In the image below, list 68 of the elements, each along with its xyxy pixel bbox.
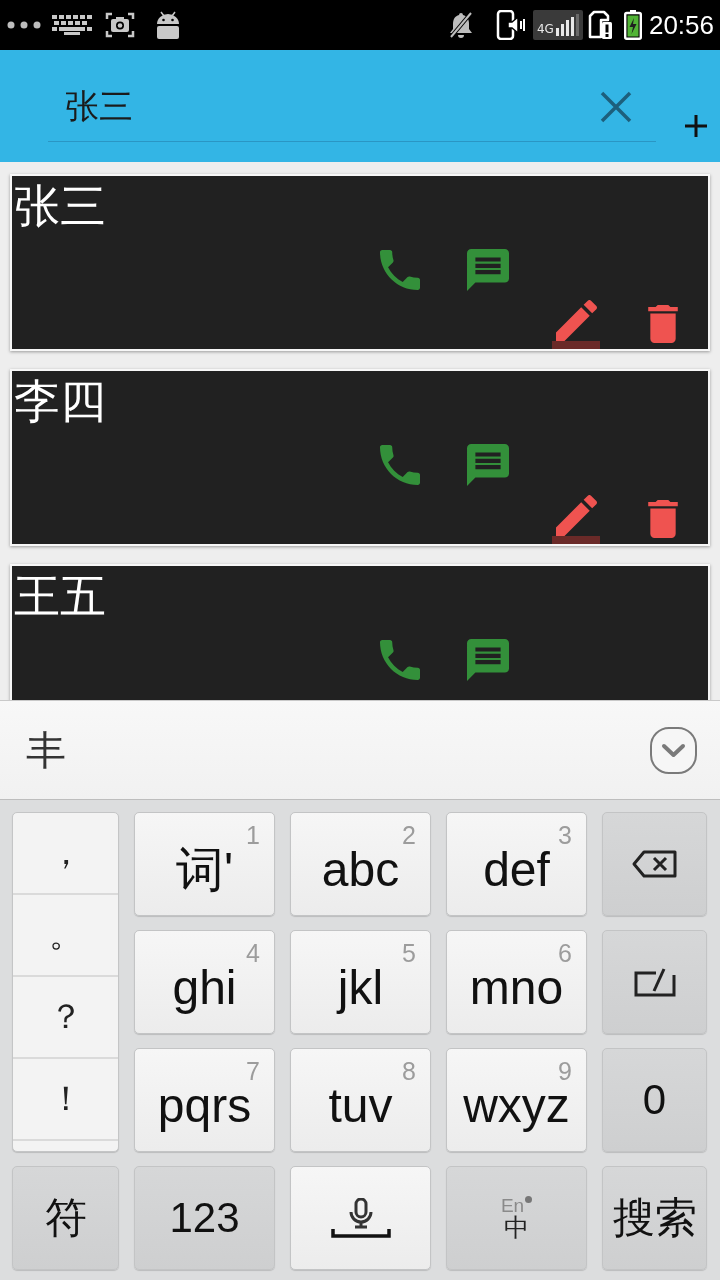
keyboard-key[interactable]: 符 [12, 1166, 119, 1270]
rewrite-icon [633, 967, 676, 997]
trash-icon[interactable] [648, 305, 678, 343]
keyboard-key[interactable]: 6 mno [446, 930, 587, 1034]
language-hint: En [500, 1195, 525, 1215]
camera-icon [105, 11, 135, 39]
keyboard-key[interactable]: 1 词' [134, 812, 275, 916]
pencil-icon [555, 495, 597, 536]
keyboard-key[interactable]: 5 jkl [290, 930, 431, 1034]
contact-card[interactable]: 张三 [10, 174, 710, 351]
punctuation-key[interactable]: ！ [13, 1059, 118, 1141]
language-key[interactable]: En 中 [446, 1166, 587, 1270]
keyboard-key[interactable]: 4 ghi [134, 930, 275, 1034]
punctuation-key[interactable]: 。 [13, 895, 118, 977]
keyboard-key[interactable]: 2 abc [290, 812, 431, 916]
reinput-key[interactable] [602, 930, 707, 1034]
close-icon[interactable] [600, 90, 632, 123]
punctuation-key[interactable]: ， [13, 813, 118, 895]
key-digit-hint: 4 [246, 940, 260, 966]
microphone-space-icon [330, 1198, 391, 1238]
key-digit-hint: 7 [246, 1058, 260, 1084]
signal-bars-icon [555, 14, 580, 36]
backspace-icon [631, 850, 678, 878]
space-key[interactable] [290, 1166, 431, 1270]
keyboard-key[interactable]: 123 [134, 1166, 275, 1270]
edit-button[interactable] [552, 300, 600, 349]
phone-icon[interactable] [380, 250, 420, 290]
phone-icon[interactable] [380, 445, 420, 485]
pencil-icon [555, 300, 597, 341]
key-digit-hint: 9 [558, 1058, 572, 1084]
keyboard-key[interactable]: 8 tuv [290, 1048, 431, 1152]
key-digit-hint: 3 [558, 822, 572, 848]
key-digit-hint: 2 [402, 822, 416, 848]
signal-indicator: 4G [532, 10, 583, 40]
bell-off-icon [447, 11, 474, 39]
sim-alert-icon [587, 10, 612, 40]
message-icon[interactable] [467, 444, 509, 486]
android-icon [155, 11, 181, 39]
key-digit-hint: 6 [558, 940, 572, 966]
keyboard-key[interactable]: 9 wxyz [446, 1048, 587, 1152]
edit-button[interactable] [552, 495, 600, 544]
contact-name: 李四 [13, 373, 107, 430]
add-icon[interactable] [685, 115, 707, 137]
key-digit-hint: 5 [402, 940, 416, 966]
keyboard-key[interactable]: 3 def [446, 812, 587, 916]
trash-icon[interactable] [648, 500, 678, 538]
backspace-key[interactable] [602, 812, 707, 916]
overflow-dots-icon [7, 21, 41, 29]
keyboard-key[interactable]: 0 [602, 1048, 707, 1152]
message-icon[interactable] [467, 249, 509, 291]
contact-card[interactable]: 王五 [10, 564, 710, 700]
key-digit-hint: 1 [246, 822, 260, 848]
contact-name: 张三 [13, 178, 107, 235]
contact-card[interactable]: 李四 [10, 369, 710, 546]
phone-icon[interactable] [380, 640, 420, 680]
keyboard-key[interactable]: 搜索 [602, 1166, 707, 1270]
phone-speaker-icon [495, 10, 526, 40]
battery-charging-icon [623, 10, 642, 40]
message-icon[interactable] [467, 639, 509, 681]
keyboard-key[interactable]: 7 pqrs [134, 1048, 275, 1152]
collapse-chevron-icon[interactable] [650, 726, 697, 774]
punctuation-key[interactable]: ？ [13, 977, 118, 1059]
candidate-word[interactable]: 丰 [26, 725, 66, 775]
dot-icon [525, 1195, 533, 1203]
keyboard-icon [52, 15, 92, 35]
clock-time: 20:56 [648, 10, 714, 40]
contact-name: 王五 [13, 568, 107, 625]
key-digit-hint: 8 [402, 1058, 416, 1084]
